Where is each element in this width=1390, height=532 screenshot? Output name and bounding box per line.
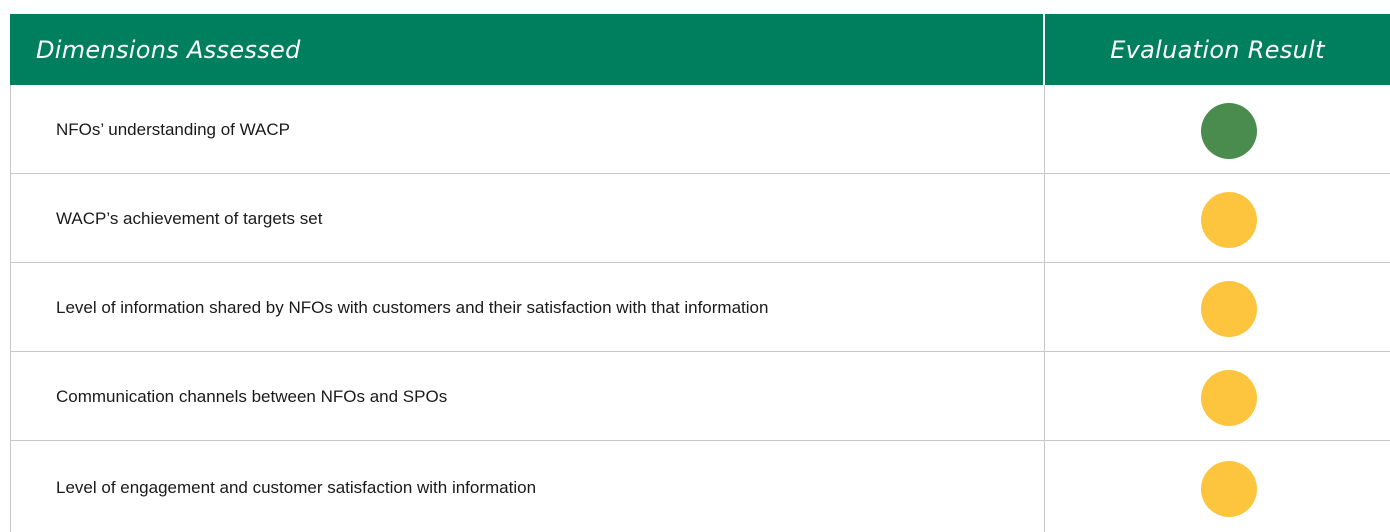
dimension-cell: Level of engagement and customer satisfa… (10, 441, 1045, 532)
result-cell (1045, 352, 1390, 440)
dimension-label: Level of engagement and customer satisfa… (56, 477, 537, 497)
dimension-label: NFOs’ understanding of WACP (56, 120, 290, 139)
table-row: NFOs’ understanding of WACP (10, 85, 1390, 174)
result-cell (1045, 85, 1390, 173)
dimension-cell: WACP’s achievement of targets set (10, 174, 1045, 262)
header-result-label: Evaluation Result (1110, 35, 1325, 64)
dimension-cell: Level of information shared by NFOs with… (10, 263, 1045, 351)
result-indicator-dot (1201, 370, 1257, 426)
dimension-cell: NFOs’ understanding of WACP (10, 85, 1045, 173)
header-result-cell: Evaluation Result (1045, 14, 1390, 85)
result-indicator-dot (1201, 192, 1257, 248)
result-indicator-dot (1201, 281, 1257, 337)
table-row: Level of information shared by NFOs with… (10, 263, 1390, 352)
dimension-label: Communication channels between NFOs and … (56, 387, 448, 406)
header-dimensions-label: Dimensions Assessed (36, 35, 301, 64)
header-dimensions-cell: Dimensions Assessed (10, 14, 1045, 85)
dimension-label: WACP’s achievement of targets set (56, 209, 323, 228)
dimension-label: Level of information shared by NFOs with… (56, 298, 769, 317)
evaluation-table: Dimensions Assessed Evaluation Result NF… (10, 14, 1390, 532)
table-header: Dimensions Assessed Evaluation Result (10, 14, 1390, 85)
dimension-cell: Communication channels between NFOs and … (10, 352, 1045, 440)
table-body: NFOs’ understanding of WACP WACP’s achie… (10, 85, 1390, 532)
table-row: Level of engagement and customer satisfa… (10, 441, 1390, 532)
table-row: Communication channels between NFOs and … (10, 352, 1390, 441)
result-indicator-dot (1201, 460, 1257, 517)
result-cell (1045, 441, 1390, 532)
result-indicator-dot (1201, 103, 1257, 159)
result-cell (1045, 174, 1390, 262)
table-row: WACP’s achievement of targets set (10, 174, 1390, 263)
result-cell (1045, 263, 1390, 351)
